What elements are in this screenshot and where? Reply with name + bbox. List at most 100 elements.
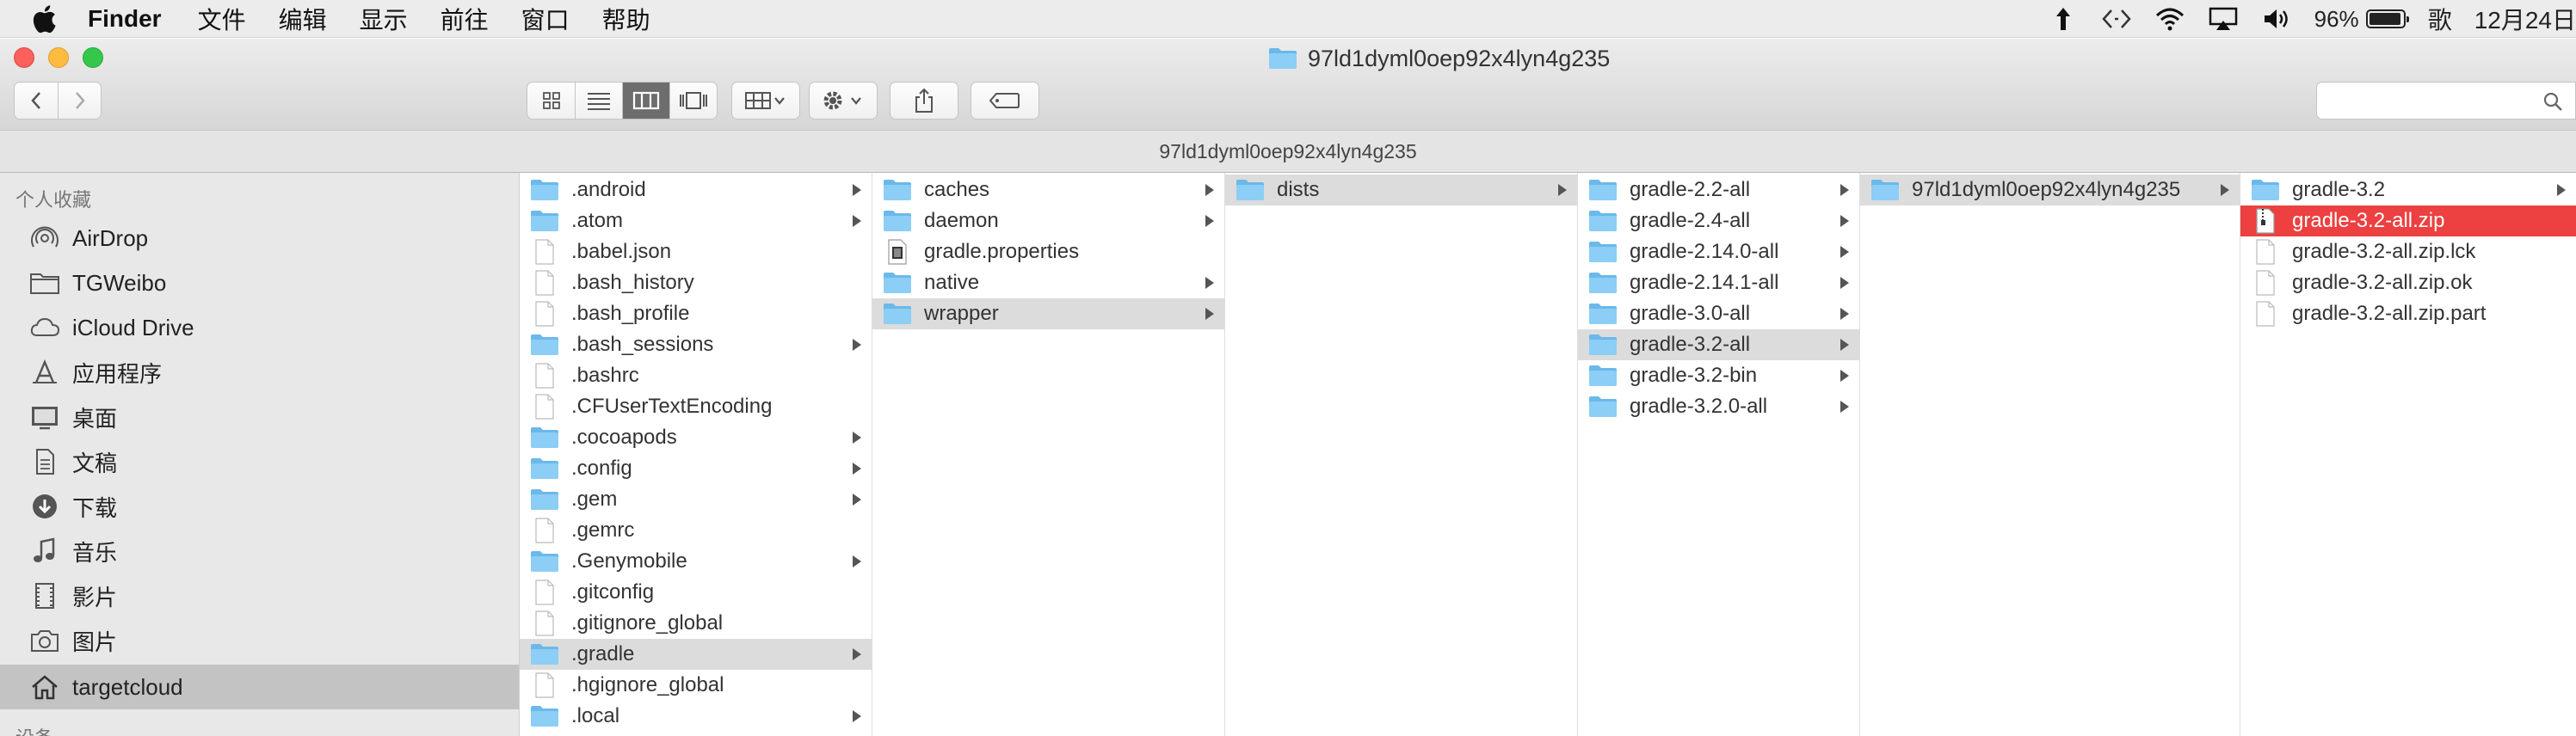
gallery-view-button[interactable]: [669, 83, 717, 119]
sidebar: 个人收藏 AirDrop TGWeibo iCloud Drive 应用程序 桌…: [0, 173, 520, 736]
disclosure-arrow-icon: [1205, 215, 1214, 227]
sidebar-item-downloads[interactable]: 下载: [0, 484, 519, 529]
sidebar-item-desktop[interactable]: 桌面: [0, 395, 519, 439]
list-view-button[interactable]: [575, 83, 622, 119]
file-row[interactable]: .gitconfig: [520, 577, 872, 608]
folder-row[interactable]: .gem: [520, 484, 872, 515]
file-row[interactable]: .hgignore_global: [520, 670, 872, 701]
file-row[interactable]: gradle.properties: [872, 236, 1224, 267]
folder-icon: [531, 180, 558, 200]
menu-window[interactable]: 窗口: [521, 2, 570, 36]
action-button[interactable]: [809, 82, 878, 120]
folder-row[interactable]: gradle-2.14.1-all: [1578, 267, 1859, 298]
folder-row[interactable]: .atom: [520, 205, 872, 236]
forward-button[interactable]: [58, 83, 101, 119]
browser-column-gradle[interactable]: caches daemon gradle.properties native wrapp…: [872, 173, 1225, 736]
tag-button[interactable]: [971, 82, 1039, 120]
menu-app-finder[interactable]: Finder: [88, 5, 162, 33]
item-name: gradle-3.2-all.zip.part: [2292, 302, 2487, 325]
folder-row[interactable]: caches: [872, 175, 1224, 205]
item-name: dists: [1277, 178, 1320, 201]
folder-row[interactable]: gradle-3.2-all: [1578, 329, 1859, 360]
folder-row[interactable]: gradle-2.2-all: [1578, 175, 1859, 205]
folder-row[interactable]: gradle-3.2.0-all: [1578, 391, 1859, 422]
file-row[interactable]: .bash_profile: [520, 298, 872, 329]
menu-file[interactable]: 文件: [198, 2, 246, 36]
sidebar-item-documents[interactable]: 文稿: [0, 439, 519, 484]
document-icon: [535, 301, 554, 327]
folder-row[interactable]: gradle-3.0-all: [1578, 298, 1859, 329]
folder-row[interactable]: .config: [520, 453, 872, 484]
browser-column-gradle-3-2-all[interactable]: 97ld1dyml0oep92x4lyn4g235: [1860, 173, 2240, 736]
sidebar-item-music[interactable]: 音乐: [0, 529, 519, 573]
file-row[interactable]: gradle-3.2-all.zip.lck: [2240, 236, 2576, 267]
window-zoom-button[interactable]: [83, 47, 103, 68]
item-name: .gitconfig: [571, 580, 655, 604]
volume-icon[interactable]: [2261, 5, 2292, 33]
folder-row[interactable]: .android: [520, 175, 872, 205]
window-minimize-button[interactable]: [48, 47, 69, 68]
sidebar-item-airdrop[interactable]: AirDrop: [0, 216, 519, 261]
folder-row[interactable]: wrapper: [872, 298, 1224, 329]
browser-column-wrapper[interactable]: dists: [1225, 173, 1578, 736]
arrange-button[interactable]: [731, 82, 800, 120]
item-name: gradle-2.14.1-all: [1630, 271, 1779, 294]
folder-row[interactable]: dists: [1225, 175, 1577, 205]
file-row[interactable]: .gitignore_global: [520, 608, 872, 639]
menubar-clock[interactable]: 12月24日: [2474, 2, 2576, 36]
folder-row[interactable]: .bash_sessions: [520, 329, 872, 360]
file-row[interactable]: .gemrc: [520, 515, 872, 546]
file-row[interactable]: .CFUserTextEncoding: [520, 391, 872, 422]
file-row[interactable]: .bash_history: [520, 267, 872, 298]
share-button[interactable]: [890, 82, 958, 120]
sidebar-item-targetcloud[interactable]: targetcloud: [0, 665, 519, 709]
battery-percentage[interactable]: 96%: [2314, 6, 2359, 33]
document-icon: [535, 394, 554, 420]
file-row[interactable]: gradle-3.2-all.zip.part: [2240, 298, 2576, 329]
file-row[interactable]: gradle-3.2-all.zip.ok: [2240, 267, 2576, 298]
input-method-indicator[interactable]: 歌: [2428, 2, 2452, 36]
back-button[interactable]: [15, 83, 58, 119]
sidebar-item-tgweibo[interactable]: TGWeibo: [0, 261, 519, 305]
sidebar-item-movies[interactable]: 影片: [0, 573, 519, 618]
folder-row[interactable]: gradle-3.2-bin: [1578, 360, 1859, 391]
folder-icon: [1589, 334, 1617, 355]
code-brackets-icon[interactable]: [2101, 5, 2132, 33]
folder-icon: [531, 551, 558, 572]
sidebar-item-applications[interactable]: 应用程序: [0, 350, 519, 395]
column-view-button[interactable]: [622, 83, 669, 119]
airplay-icon[interactable]: [2208, 5, 2239, 33]
folder-row[interactable]: native: [872, 267, 1224, 298]
column-view-icon: [632, 91, 660, 110]
folder-row[interactable]: gradle-3.2: [2240, 175, 2576, 205]
folder-row[interactable]: .Genymobile: [520, 546, 872, 577]
folder-row[interactable]: gradle-2.4-all: [1578, 205, 1859, 236]
item-name: 97ld1dyml0oep92x4lyn4g235: [1912, 178, 2181, 201]
window-close-button[interactable]: [14, 47, 34, 68]
folder-row[interactable]: daemon: [872, 205, 1224, 236]
battery-icon[interactable]: [2365, 9, 2409, 28]
menu-help[interactable]: 帮助: [602, 2, 650, 36]
upload-arrow-icon[interactable]: [2048, 5, 2079, 33]
apple-menu-icon[interactable]: [31, 4, 57, 34]
file-row[interactable]: gradle-3.2-all.zip: [2240, 205, 2576, 236]
search-input[interactable]: [2316, 82, 2576, 120]
browser-column-hash-folder[interactable]: gradle-3.2 gradle-3.2-all.zip gradle-3.2-a…: [2240, 173, 2576, 736]
browser-column-dists[interactable]: gradle-2.2-all gradle-2.4-all gradle-2.14.…: [1578, 173, 1860, 736]
folder-row[interactable]: 97ld1dyml0oep92x4lyn4g235: [1860, 175, 2240, 205]
icon-view-button[interactable]: [527, 83, 575, 119]
folder-row[interactable]: .gradle: [520, 639, 872, 670]
sidebar-item-icloud-drive[interactable]: iCloud Drive: [0, 305, 519, 350]
menu-view[interactable]: 显示: [360, 2, 408, 36]
folder-row[interactable]: .cocoapods: [520, 422, 872, 453]
folder-row[interactable]: .local: [520, 701, 872, 732]
browser-column-home[interactable]: .android .atom .babel.json .bash_history .ba…: [520, 173, 872, 736]
disclosure-arrow-icon: [853, 555, 861, 567]
sidebar-item-pictures[interactable]: 图片: [0, 618, 519, 663]
menu-go[interactable]: 前往: [441, 2, 489, 36]
wifi-icon[interactable]: [2154, 5, 2185, 33]
folder-row[interactable]: gradle-2.14.0-all: [1578, 236, 1859, 267]
file-row[interactable]: .bashrc: [520, 360, 872, 391]
file-row[interactable]: .babel.json: [520, 236, 872, 267]
menu-edit[interactable]: 编辑: [279, 2, 327, 36]
